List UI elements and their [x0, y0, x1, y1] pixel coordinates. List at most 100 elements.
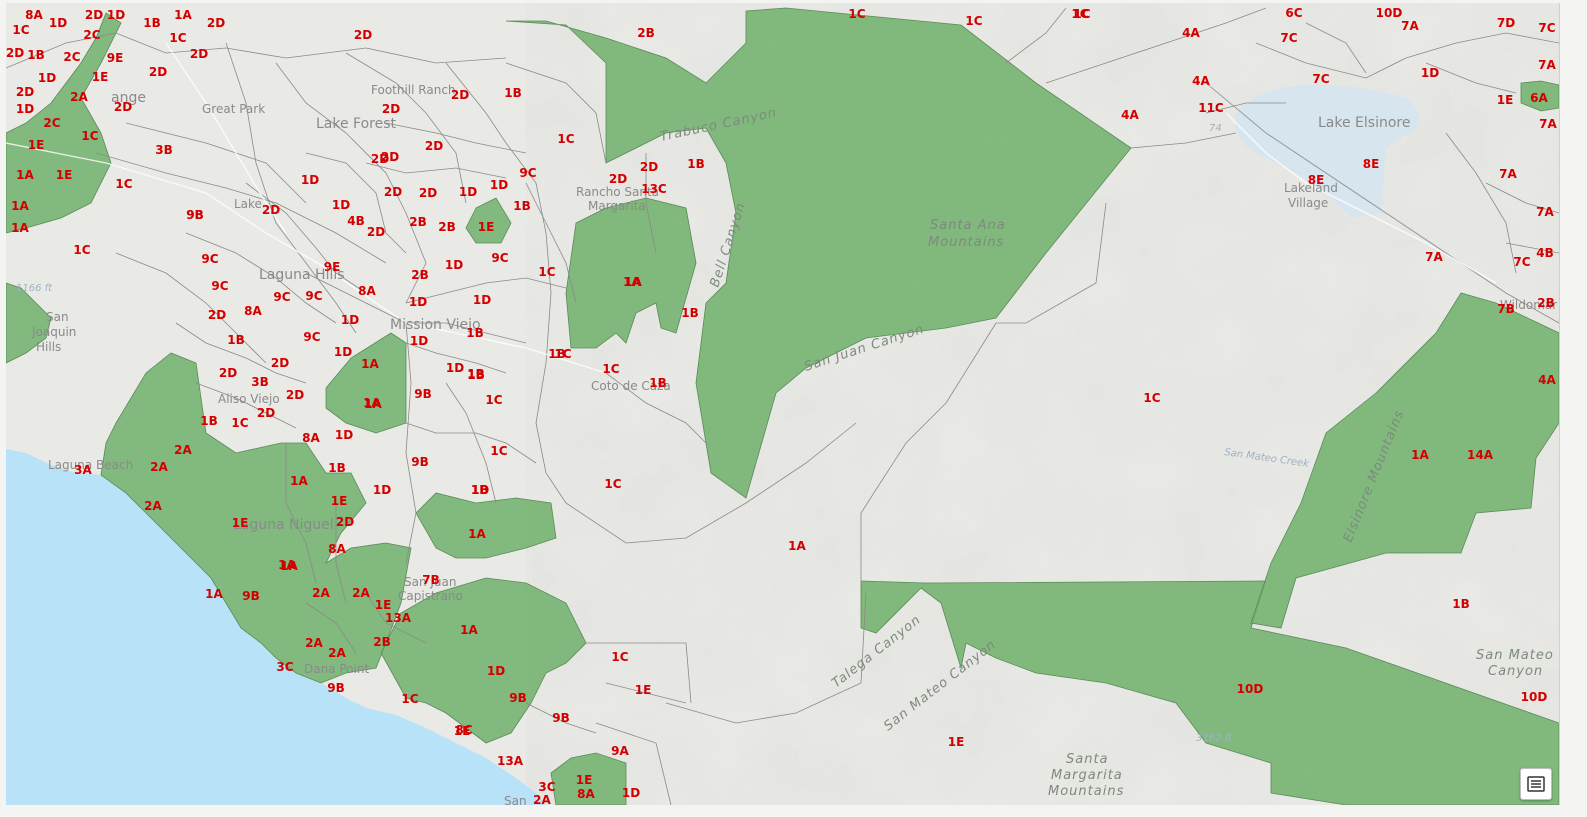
zone-label[interactable]: 2D: [257, 406, 275, 420]
zone-label[interactable]: 8A: [244, 304, 262, 318]
zone-label[interactable]: 9B: [186, 208, 204, 222]
zone-label[interactable]: 1E: [92, 70, 109, 84]
zone-label[interactable]: 1B: [143, 16, 161, 30]
zone-label[interactable]: 10D: [1521, 690, 1548, 704]
zone-label[interactable]: 9C: [211, 279, 228, 293]
zone-label[interactable]: 11C: [1198, 101, 1224, 115]
zone-label[interactable]: 1A: [1411, 448, 1429, 462]
zone-label[interactable]: 8A: [358, 284, 376, 298]
zone-label[interactable]: 1A: [460, 623, 478, 637]
zone-label[interactable]: 9C: [305, 289, 322, 303]
zone-label[interactable]: 2D: [286, 388, 304, 402]
zone-label[interactable]: 1A: [11, 199, 29, 213]
zone-label[interactable]: 1C: [115, 177, 132, 191]
zone-label[interactable]: 2D: [6, 46, 24, 60]
zone-label[interactable]: 1B: [513, 199, 531, 213]
zone-label[interactable]: 2B: [409, 215, 427, 229]
zone-label[interactable]: 2B: [411, 268, 429, 282]
zone-label[interactable]: 8C: [455, 723, 472, 737]
zone-label[interactable]: 2B: [637, 26, 655, 40]
zone-label[interactable]: 1C: [12, 23, 29, 37]
zone-label[interactable]: 10D: [1237, 682, 1264, 696]
zone-label[interactable]: 13C: [641, 182, 667, 196]
zone-label[interactable]: 2D: [367, 225, 385, 239]
zone-label[interactable]: 1A: [205, 587, 223, 601]
zone-label[interactable]: 1B: [227, 333, 245, 347]
zone-label[interactable]: 2D: [208, 308, 226, 322]
zone-label[interactable]: 7A: [1401, 19, 1419, 33]
zone-label[interactable]: 1C: [485, 393, 502, 407]
zone-label[interactable]: 1D: [49, 16, 67, 30]
zone-label[interactable]: 1D: [445, 258, 463, 272]
zone-label[interactable]: 2D: [219, 366, 237, 380]
zone-label[interactable]: 1C: [557, 132, 574, 146]
zone-label[interactable]: 1E: [635, 683, 652, 697]
zone-label[interactable]: 7C: [1538, 21, 1555, 35]
zone-label[interactable]: 2A: [70, 90, 88, 104]
zone-label[interactable]: 2A: [312, 586, 330, 600]
zone-label[interactable]: 9A: [611, 744, 629, 758]
zone-label[interactable]: 2A: [328, 646, 346, 660]
zone-label[interactable]: 1E: [375, 598, 392, 612]
zone-label[interactable]: 1C: [401, 692, 418, 706]
zone-label[interactable]: 1C: [611, 650, 628, 664]
zone-label[interactable]: 1D: [341, 313, 359, 327]
zone-label[interactable]: 1E: [331, 494, 348, 508]
zone-label[interactable]: 9B: [414, 387, 432, 401]
zone-label[interactable]: 4B: [1536, 246, 1554, 260]
zone-label[interactable]: 2A: [174, 443, 192, 457]
zone-label[interactable]: 1A: [16, 168, 34, 182]
zone-label[interactable]: 1D: [473, 293, 491, 307]
zone-label[interactable]: 2D: [425, 139, 443, 153]
zone-label[interactable]: 7A: [1536, 205, 1554, 219]
legend-button[interactable]: [1520, 768, 1552, 800]
zone-label[interactable]: 1E: [232, 516, 249, 530]
zone-label[interactable]: 2A: [305, 636, 323, 650]
zone-label[interactable]: 1C: [538, 265, 555, 279]
zone-label[interactable]: 1A: [624, 275, 642, 289]
zone-label[interactable]: 2D: [354, 28, 372, 42]
zone-label[interactable]: 2D: [371, 152, 389, 166]
zone-label[interactable]: 9C: [303, 330, 320, 344]
zone-label[interactable]: 7C: [1312, 72, 1329, 86]
zone-label[interactable]: 13A: [385, 611, 412, 625]
zone-label[interactable]: 7A: [1425, 250, 1443, 264]
zone-label[interactable]: 13A: [497, 754, 524, 768]
zone-label[interactable]: 4A: [1538, 373, 1556, 387]
zone-label[interactable]: 1E: [1497, 93, 1514, 107]
zone-label[interactable]: 2D: [336, 515, 354, 529]
zone-label[interactable]: 3B: [251, 375, 269, 389]
zone-label[interactable]: 2D: [609, 172, 627, 186]
zone-label[interactable]: 1B: [504, 86, 522, 100]
zone-label[interactable]: 1A: [174, 8, 192, 22]
zone-label[interactable]: 1D: [471, 483, 489, 497]
zone-label[interactable]: 8A: [25, 8, 43, 22]
zone-label[interactable]: 1C: [1143, 391, 1160, 405]
zone-label[interactable]: 2B: [373, 635, 391, 649]
zone-label[interactable]: 1C: [1073, 7, 1090, 21]
zone-label[interactable]: 9C: [519, 166, 536, 180]
zone-label[interactable]: 1D: [410, 334, 428, 348]
zone-label[interactable]: 1D: [107, 8, 125, 22]
zone-label[interactable]: 1C: [231, 416, 248, 430]
zone-label[interactable]: 8A: [577, 787, 595, 801]
zone-label[interactable]: 1B: [466, 326, 484, 340]
zone-label[interactable]: 8A: [328, 542, 346, 556]
zone-label[interactable]: 4A: [1192, 74, 1210, 88]
zone-label[interactable]: 1B: [548, 347, 566, 361]
zone-label[interactable]: 3C: [538, 780, 555, 794]
zone-label[interactable]: 3A: [74, 463, 92, 477]
zone-label[interactable]: 1A: [11, 221, 29, 235]
zone-label[interactable]: 3C: [276, 660, 293, 674]
zone-label[interactable]: 2A: [144, 499, 162, 513]
zone-label[interactable]: 1C: [848, 7, 865, 21]
zone-label[interactable]: 1D: [301, 173, 319, 187]
zone-label[interactable]: 9B: [552, 711, 570, 725]
zone-label[interactable]: 1A: [788, 539, 806, 553]
zone-label[interactable]: 7B: [422, 573, 440, 587]
zone-label[interactable]: 2D: [114, 100, 132, 114]
zone-label[interactable]: 1B: [328, 461, 346, 475]
zone-label[interactable]: 2D: [640, 160, 658, 174]
zone-label[interactable]: 9E: [324, 260, 341, 274]
zone-label[interactable]: 9B: [242, 589, 260, 603]
